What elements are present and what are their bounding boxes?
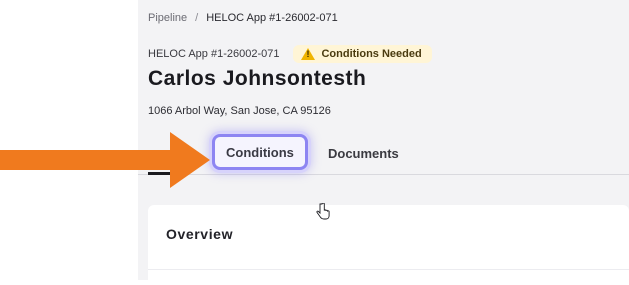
warning-triangle-icon bbox=[301, 48, 316, 60]
application-header: HELOC App #1-26002-071 Conditions Needed bbox=[148, 45, 432, 63]
breadcrumb: Pipeline / HELOC App #1-26002-071 bbox=[148, 12, 338, 24]
breadcrumb-separator: / bbox=[195, 12, 199, 24]
tab-conditions[interactable]: Conditions bbox=[212, 134, 308, 170]
breadcrumb-pipeline-link[interactable]: Pipeline bbox=[148, 12, 187, 24]
card-divider bbox=[148, 269, 629, 270]
breadcrumb-current: HELOC App #1-26002-071 bbox=[206, 12, 338, 24]
overview-card: Overview bbox=[148, 205, 629, 285]
hand-cursor-icon bbox=[316, 203, 330, 220]
page-title: Carlos Johnsontesth bbox=[148, 67, 367, 90]
overview-title: Overview bbox=[166, 226, 234, 242]
applicant-address: 1066 Arbol Way, San Jose, CA 95126 bbox=[148, 105, 331, 117]
tab-documents[interactable]: Documents bbox=[328, 136, 399, 170]
status-badge: Conditions Needed bbox=[293, 45, 432, 63]
status-badge-label: Conditions Needed bbox=[321, 48, 422, 60]
application-id: HELOC App #1-26002-071 bbox=[148, 48, 280, 60]
annotation-arrow-icon bbox=[0, 132, 210, 188]
